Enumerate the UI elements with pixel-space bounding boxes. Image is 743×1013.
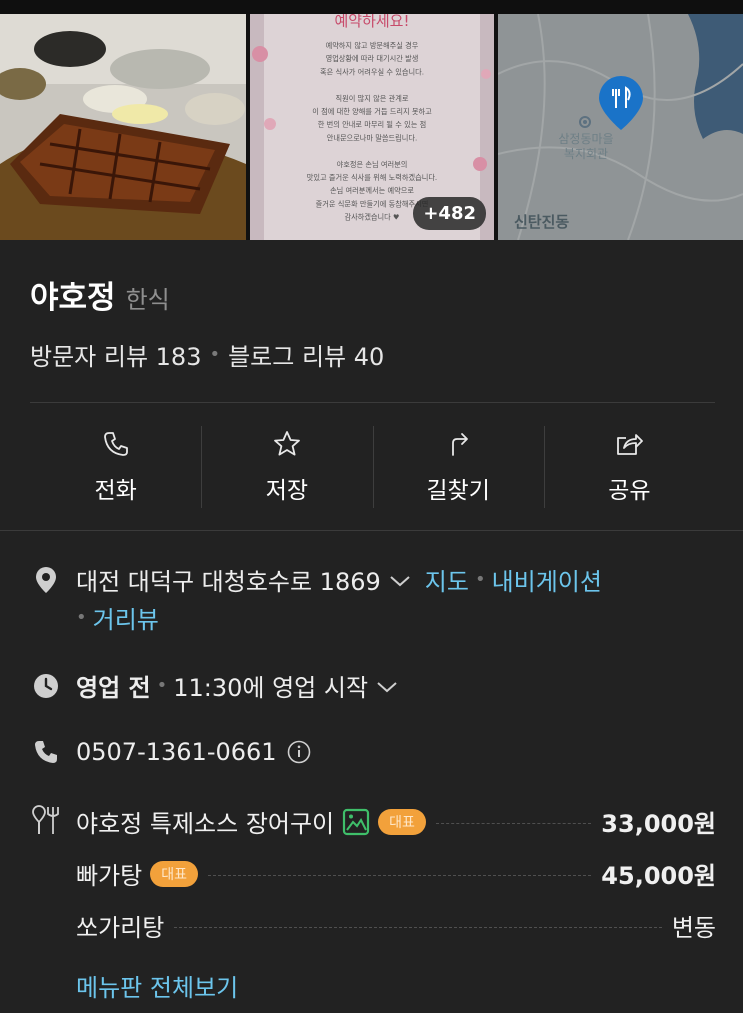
place-category: 한식 bbox=[125, 286, 170, 314]
chevron-down-icon[interactable] bbox=[376, 672, 398, 700]
map-area-label: 신탄진동 bbox=[514, 213, 570, 231]
save-button[interactable]: 저장 bbox=[201, 404, 372, 530]
blog-reviews-link[interactable]: 블로그 리뷰 40 bbox=[228, 337, 384, 372]
place-title-row: 야호정 한식 bbox=[30, 272, 170, 317]
separator-dot: • bbox=[156, 675, 168, 696]
notice-line: 한 번의 안내로 마무리 될 수 있는 점 bbox=[318, 120, 427, 129]
notice-line: 감사하겠습니다 ♥ bbox=[344, 213, 399, 222]
action-bar: 전화 저장 길찾기 공유 bbox=[30, 404, 715, 530]
notice-line: 맛있고 즐거운 식사를 위해 노력하겠습니다. bbox=[307, 173, 437, 182]
map-image bbox=[498, 14, 743, 240]
separator-dot: • bbox=[474, 569, 486, 590]
notice-line: 예약하지 않고 방문해주실 경우 bbox=[326, 41, 419, 50]
hours-detail: 11:30에 영업 시작 bbox=[173, 674, 369, 702]
phone-icon bbox=[30, 736, 62, 768]
menu-item-name: 야호정 특제소스 장어구이 bbox=[76, 810, 335, 838]
directions-button[interactable]: 길찾기 bbox=[372, 404, 544, 530]
info-circle-icon[interactable] bbox=[287, 740, 311, 764]
status-bar bbox=[0, 0, 743, 14]
phone-row: 0507-1361-0661 bbox=[30, 736, 720, 768]
view-full-menu-link[interactable]: 메뉴판 전체보기 bbox=[76, 968, 238, 1003]
save-label: 저장 bbox=[265, 478, 309, 504]
share-label: 공유 bbox=[608, 478, 651, 504]
map-poi-label: 삼정동마을 복지회관 bbox=[558, 132, 614, 161]
review-summary: 방문자 리뷰 183 • 블로그 리뷰 40 bbox=[30, 337, 384, 372]
chevron-down-icon[interactable] bbox=[389, 566, 411, 594]
share-icon bbox=[617, 434, 644, 455]
menu-item[interactable]: 빠가탕 대표 45,000원 bbox=[76, 856, 716, 891]
notice-line: 손님 여러분께서는 예약으로 bbox=[330, 186, 414, 195]
grilled-eel-image bbox=[0, 14, 246, 240]
food-photo[interactable] bbox=[0, 14, 246, 240]
menu-item-name: 빠가탕 bbox=[76, 862, 143, 890]
directions-label: 길찾기 bbox=[426, 478, 490, 504]
signature-tag: 대표 bbox=[378, 808, 426, 835]
star-outline-icon bbox=[273, 431, 300, 456]
notice-line: 야호정은 손님 여러분의 bbox=[337, 160, 408, 169]
utensils-icon bbox=[30, 804, 62, 836]
notice-line: 이 점에 대한 양해를 거듭 드리지 못하고 bbox=[312, 107, 432, 116]
visitor-reviews-link[interactable]: 방문자 리뷰 183 bbox=[30, 337, 201, 372]
clock-icon bbox=[30, 670, 62, 702]
map-thumbnail[interactable]: 삼정동마을 복지회관 신탄진동 bbox=[498, 14, 743, 240]
hours-status: 영업 전 bbox=[76, 674, 151, 702]
menu-item-price: 45,000원 bbox=[601, 862, 716, 890]
notice-line: 직원이 많지 않은 관계로 bbox=[336, 94, 409, 103]
navigation-link[interactable]: 내비게이션 bbox=[492, 562, 602, 597]
call-button[interactable]: 전화 bbox=[30, 404, 201, 530]
menu-item-price: 변동 bbox=[671, 914, 716, 942]
separator-dot: • bbox=[76, 607, 87, 628]
address-row: 대전 대덕구 대청호수로 1869 지도 • 내비게이션 bbox=[30, 562, 720, 597]
divider bbox=[0, 530, 743, 531]
dotted-leader bbox=[174, 927, 662, 928]
notice-title: 예약하세요! bbox=[334, 14, 409, 30]
address-row-2: • 거리뷰 bbox=[76, 600, 743, 635]
notice-line: 즐거운 식문화 만들기에 동참해주시면 bbox=[316, 199, 429, 208]
place-name: 야호정 bbox=[30, 280, 116, 316]
location-pin-icon bbox=[30, 564, 62, 596]
separator-dot: • bbox=[209, 344, 221, 365]
divider bbox=[30, 402, 715, 403]
menu-item[interactable]: 쏘가리탕 변동 bbox=[76, 908, 716, 943]
call-label: 전화 bbox=[94, 478, 137, 504]
photo-strip[interactable]: 예약하세요! 예약하지 않고 방문해주실 경우영업상황에 따라 대기시간 발생혹… bbox=[0, 14, 743, 240]
hours-row[interactable]: 영업 전 • 11:30에 영업 시작 bbox=[30, 668, 720, 703]
notice-line: 안내문으로나마 말씀드립니다. bbox=[327, 133, 418, 142]
menu-item-price: 33,000원 bbox=[601, 810, 716, 838]
address-text[interactable]: 대전 대덕구 대청호수로 1869 bbox=[76, 562, 381, 597]
more-photos-badge[interactable]: +482 bbox=[413, 197, 486, 230]
map-link[interactable]: 지도 bbox=[425, 562, 469, 597]
share-button[interactable]: 공유 bbox=[543, 404, 715, 530]
phone-outline-icon bbox=[103, 432, 128, 456]
dotted-leader bbox=[208, 875, 592, 876]
notice-line: 혹은 식사가 어려우실 수 있습니다. bbox=[320, 67, 424, 76]
dotted-leader bbox=[435, 823, 592, 824]
directions-icon bbox=[452, 433, 469, 456]
image-icon[interactable] bbox=[342, 808, 370, 836]
notice-line: 영업상황에 따라 대기시간 발생 bbox=[326, 54, 419, 63]
notice-photo[interactable]: 예약하세요! 예약하지 않고 방문해주실 경우영업상황에 따라 대기시간 발생혹… bbox=[250, 14, 494, 240]
menu-item-name: 쏘가리탕 bbox=[76, 914, 165, 942]
signature-tag: 대표 bbox=[150, 860, 199, 887]
menu-item[interactable]: 야호정 특제소스 장어구이 대표 33,000원 bbox=[76, 804, 716, 839]
street-view-link[interactable]: 거리뷰 bbox=[93, 600, 159, 635]
phone-number[interactable]: 0507-1361-0661 bbox=[76, 738, 277, 766]
